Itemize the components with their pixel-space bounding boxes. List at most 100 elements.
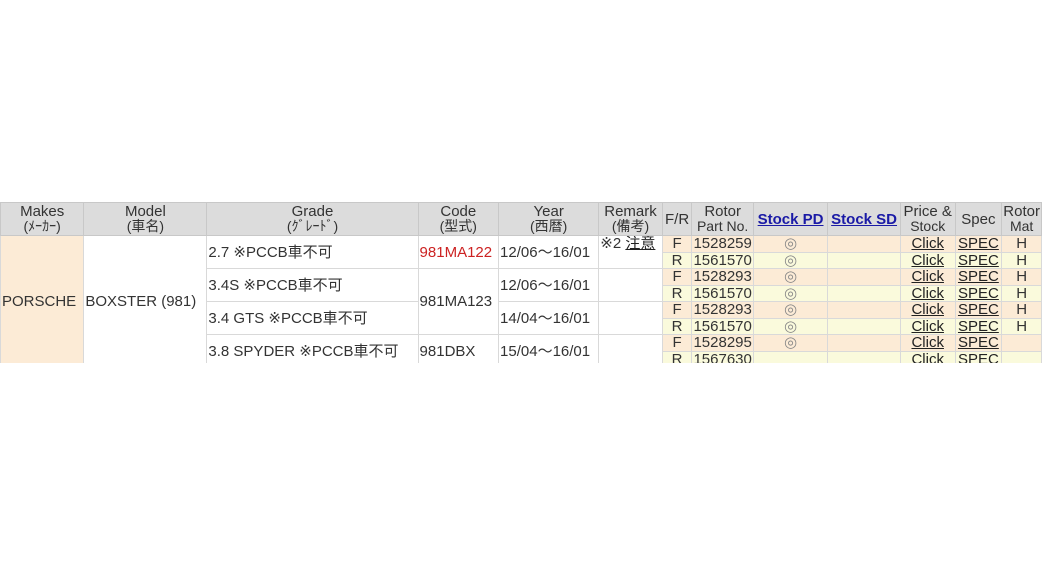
stock-pd-cell: ◎ [752,334,829,352]
fr-cell: R [661,251,693,269]
spec-link[interactable]: SPEC [958,253,999,268]
make-cell: PORSCHE [0,235,85,363]
model-cell: BOXSTER (981) [83,235,208,363]
code-cell: 981DBX [417,334,500,363]
fr-cell: F [661,301,693,319]
stock-pd-cell: ◎ [752,251,829,269]
rotor-part-cell: 1528293 [691,268,754,286]
rotor-part-cell: 1528259 [691,235,754,253]
spec-link[interactable]: SPEC [958,335,999,350]
price-stock-cell: Click [899,284,956,302]
stock-pd-cell [752,350,829,363]
spec-link[interactable]: SPEC [958,269,999,284]
stock-pd-cell: ◎ [752,235,829,253]
stock-sd-cell [827,317,901,335]
stock-sd-cell [827,350,901,363]
rotor-mat-cell: H [1001,251,1042,269]
stock-sd-link[interactable]: Stock SD [831,211,897,228]
spec-link[interactable]: SPEC [958,236,999,251]
price-click-link[interactable]: Click [911,269,944,284]
sublabel: Stock [910,218,946,234]
remark-cell [598,334,663,363]
stock-pd-link[interactable]: Stock PD [758,211,824,228]
stock-sd-cell [827,251,901,269]
col-remark: Remark (備考) [598,202,663,236]
col-makes: Makes (ﾒｰｶｰ) [0,202,85,236]
grade-cell: 3.8 SPYDER ※PCCB車不可 [206,334,419,363]
fr-cell: F [661,268,693,286]
rotor-part-cell: 1528293 [691,301,754,319]
sublabel: (西暦) [529,218,568,234]
spec-cell: SPEC [954,301,1003,319]
header-row: Makes (ﾒｰｶｰ) Model (車名) Grade (ｸﾞﾚｰﾄﾞ) Code… [0,202,1042,236]
year-cell: 12/06〜16/01 [498,268,600,302]
stock-sd-cell [827,284,901,302]
stock-sd-cell [827,301,901,319]
sublabel: (ﾒｰｶｰ) [23,218,61,234]
rotor-mat-cell [1001,334,1042,352]
price-stock-cell: Click [899,251,956,269]
remark-caution-link[interactable]: 注意 [625,237,655,253]
price-click-link[interactable]: Click [911,335,944,350]
spec-cell: SPEC [954,268,1003,286]
price-click-link[interactable]: Click [911,286,944,301]
sublabel: Part No. [696,218,749,234]
fr-cell: F [661,334,693,352]
remark-cell [598,268,663,302]
price-stock-cell: Click [899,334,956,352]
table-row: PORSCHE BOXSTER (981) 2.7 ※PCCB車不可 981MA122… [0,235,1042,363]
rotor-mat-cell: H [1001,268,1042,286]
spec-cell: SPEC [954,284,1003,302]
rotor-part-cell: 1561570 [691,284,754,302]
grade-cell: 3.4 GTS ※PCCB車不可 [206,301,419,335]
sublabel: (車名) [126,218,165,234]
spec-link[interactable]: SPEC [958,352,999,363]
remark-cell [598,301,663,335]
rotor-mat-cell: H [1001,301,1042,319]
spec-link[interactable]: SPEC [958,302,999,317]
grade-cell: 2.7 ※PCCB車不可 [206,235,419,269]
remark-text: ※2 [600,235,622,252]
price-click-link[interactable]: Click [911,236,944,251]
price-click-link[interactable]: Click [911,319,944,334]
price-stock-cell: Click [899,350,956,363]
price-click-link[interactable]: Click [911,253,944,268]
stock-sd-cell [827,235,901,253]
price-click-link[interactable]: Click [911,302,944,317]
rotor-mat-cell: H [1001,284,1042,302]
rotor-part-cell: 1528295 [691,334,754,352]
fr-cell: R [661,317,693,335]
stock-sd-cell [827,334,901,352]
col-code: Code (型式) [417,202,500,236]
sublabel: (ｸﾞﾚｰﾄﾞ) [286,218,339,234]
col-rotor-mat: Rotor Mat [1001,202,1042,236]
col-year: Year (西暦) [498,202,600,236]
spec-link[interactable]: SPEC [958,286,999,301]
rotor-table: Makes (ﾒｰｶｰ) Model (車名) Grade (ｸﾞﾚｰﾄﾞ) Code… [0,202,1042,363]
fr-cell: R [661,350,693,363]
rotor-part-cell: 1567630 [691,350,754,363]
col-model: Model (車名) [83,202,208,236]
sublabel: (型式) [439,218,477,234]
code-cell: 981MA123 [417,268,500,335]
year-cell: 15/04〜16/01 [498,334,600,363]
price-click-link[interactable]: Click [911,352,944,363]
col-fr: F/R [661,202,693,236]
stock-pd-cell: ◎ [752,301,829,319]
price-stock-cell: Click [899,317,956,335]
sublabel: Mat [1009,218,1034,234]
rotor-table-viewport: Makes (ﾒｰｶｰ) Model (車名) Grade (ｸﾞﾚｰﾄﾞ) Code… [0,202,1042,363]
spec-cell: SPEC [954,317,1003,335]
col-stock-pd: Stock PD [752,202,829,236]
stock-pd-cell: ◎ [752,268,829,286]
rotor-part-cell: 1561570 [691,317,754,335]
rotor-part-cell: 1561570 [691,251,754,269]
spec-cell: SPEC [954,251,1003,269]
stock-pd-cell: ◎ [752,317,829,335]
year-cell: 14/04〜16/01 [498,301,600,335]
spec-link[interactable]: SPEC [958,319,999,334]
price-stock-cell: Click [899,235,956,253]
col-price-stock: Price & Stock [899,202,956,236]
spec-cell: SPEC [954,334,1003,352]
price-stock-cell: Click [899,301,956,319]
